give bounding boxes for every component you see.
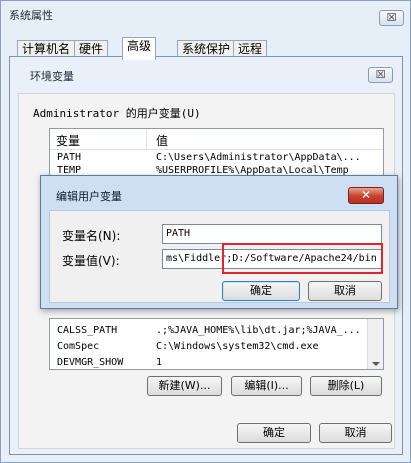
tab-advanced[interactable]: 高级: [122, 37, 157, 60]
list-item[interactable]: ComSpec C:\Windows\system32\cmd.exe: [50, 340, 383, 353]
environment-variables-title: 环境变量: [30, 70, 74, 83]
system-variables-scrollbar[interactable]: [367, 319, 383, 369]
edit-variable-button[interactable]: 编辑(I)...: [231, 376, 302, 396]
list-item[interactable]: DEVMGR_SHOW 1: [50, 356, 383, 369]
variable-name-label: 变量名(N):: [62, 229, 121, 243]
variable-name: CALSS_PATH: [57, 325, 118, 336]
edit-ok-button[interactable]: 确定: [222, 281, 300, 301]
user-variables-group-label: Administrator 的用户变量(U): [33, 107, 201, 120]
variable-value: .;%JAVA_HOME%\lib\dt.jar;%JAVA_...: [156, 325, 361, 336]
env-cancel-button[interactable]: 取消: [319, 423, 392, 443]
system-properties-close-icon[interactable]: ☒: [379, 10, 404, 26]
variable-name: DEVMGR_SHOW: [57, 357, 124, 368]
column-header-variable[interactable]: 变量: [56, 132, 80, 149]
variable-value-input[interactable]: ms\Fiddler;D:/Software/Apache24/bin: [162, 249, 382, 269]
system-properties-title: 系统属性: [9, 9, 53, 22]
list-header: 变量 值: [50, 129, 383, 150]
system-variables-list[interactable]: CALSS_PATH .;%JAVA_HOME%\lib\dt.jar;%JAV…: [49, 318, 384, 370]
edit-cancel-button[interactable]: 取消: [308, 281, 382, 301]
scroll-down-arrow-icon[interactable]: [372, 362, 380, 366]
list-item[interactable]: PATH C:\Users\Administrator\AppData\...: [50, 151, 383, 164]
edit-dialog-close-icon[interactable]: ✕: [348, 187, 384, 204]
variable-value: 1: [156, 357, 163, 368]
env-ok-button[interactable]: 确定: [237, 423, 311, 443]
list-item[interactable]: CALSS_PATH .;%JAVA_HOME%\lib\dt.jar;%JAV…: [50, 324, 383, 337]
variable-value: C:\Users\Administrator\AppData\...: [156, 152, 361, 163]
environment-variables-close-icon[interactable]: ☒: [368, 67, 393, 83]
variable-name: ComSpec: [57, 341, 100, 352]
new-variable-button[interactable]: 新建(W)...: [147, 376, 222, 396]
variable-value: C:\Windows\system32\cmd.exe: [156, 341, 319, 352]
edit-dialog-title: 编辑用户变量: [56, 190, 122, 203]
column-header-value[interactable]: 值: [156, 132, 168, 149]
variable-name: PATH: [57, 152, 82, 163]
variable-name-input[interactable]: PATH: [162, 224, 382, 244]
delete-variable-button[interactable]: 删除(L): [310, 376, 382, 396]
variable-value-label: 变量值(V):: [62, 254, 120, 268]
